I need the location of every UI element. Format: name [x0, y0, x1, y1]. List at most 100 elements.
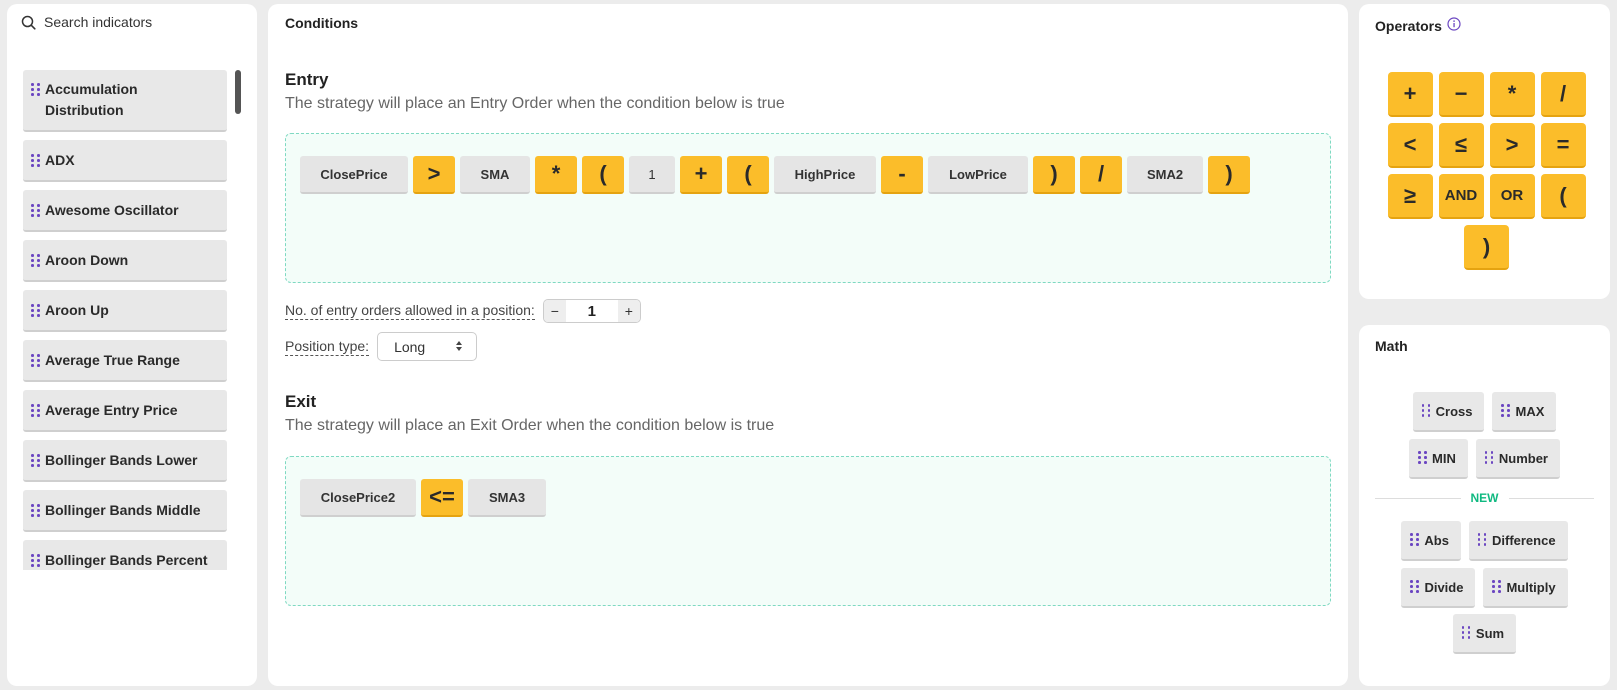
indicator-item-bollinger-bands-middle[interactable]: Bollinger Bands Middle — [23, 490, 227, 532]
entry-orders-label: No. of entry orders allowed in a positio… — [285, 302, 535, 320]
entry-token-operator[interactable]: ( — [727, 156, 769, 194]
math-chip-divide[interactable]: Divide — [1401, 568, 1476, 608]
operator-button[interactable]: AND — [1438, 174, 1484, 219]
drag-handle-icon[interactable] — [31, 254, 40, 268]
drag-handle-icon[interactable] — [31, 554, 40, 568]
entry-tokens: ClosePrice > SMA *(1 +(HighPrice - LowPrice) / S… — [300, 156, 1250, 194]
math-chip-max[interactable]: MAX — [1492, 392, 1557, 432]
entry-token-operator[interactable]: ( — [582, 156, 624, 194]
operator-button[interactable]: < — [1387, 123, 1433, 168]
math-chip-label: Number — [1498, 450, 1548, 466]
indicator-item-bollinger-bands-lower[interactable]: Bollinger Bands Lower — [23, 440, 227, 482]
math-chip-cross[interactable]: Cross — [1412, 392, 1485, 432]
drag-handle-icon[interactable] — [1410, 533, 1419, 547]
indicator-label: ADX — [45, 152, 75, 168]
exit-condition-dropzone[interactable]: ClosePrice2 <= SMA3 — [285, 456, 1331, 606]
entry-token-indicator[interactable]: HighPrice — [774, 156, 876, 194]
math-chip-difference[interactable]: Difference — [1468, 521, 1568, 561]
drag-handle-icon[interactable] — [31, 454, 40, 468]
indicator-label: Average Entry Price — [45, 402, 178, 418]
entry-token-operator[interactable]: - — [881, 156, 923, 194]
entry-token-operator[interactable]: ) — [1033, 156, 1075, 194]
math-chip-number[interactable]: Number — [1475, 439, 1560, 479]
indicator-label: Bollinger Bands Lower — [45, 452, 198, 468]
drag-handle-icon[interactable] — [31, 404, 40, 418]
indicator-item-average-entry-price[interactable]: Average Entry Price — [23, 390, 227, 432]
drag-handle-icon[interactable] — [1418, 451, 1427, 465]
entry-token-operator[interactable]: / — [1080, 156, 1122, 194]
indicator-item-awesome-oscillator[interactable]: Awesome Oscillator — [23, 190, 227, 232]
drag-handle-icon[interactable] — [31, 304, 40, 318]
drag-handle-icon[interactable] — [31, 504, 40, 518]
entry-title: Entry — [285, 70, 329, 89]
operator-button[interactable]: = — [1540, 123, 1586, 168]
search-input[interactable]: Search indicators — [44, 14, 152, 30]
indicator-item-average-true-range[interactable]: Average True Range — [23, 340, 227, 382]
drag-handle-icon[interactable] — [1477, 533, 1487, 547]
operator-button[interactable]: ( — [1540, 174, 1586, 219]
indicator-item-bollinger-bands-percent[interactable]: Bollinger Bands Percent — [23, 540, 227, 570]
drag-handle-icon[interactable] — [1484, 451, 1494, 465]
math-chip-label: Difference — [1491, 532, 1556, 548]
position-type-row: Position type: Long — [285, 332, 478, 361]
entry-token-indicator[interactable]: SMA2 — [1127, 156, 1203, 194]
entry-orders-value[interactable]: 1 — [566, 303, 618, 320]
position-type-select[interactable]: Long — [377, 332, 478, 361]
operator-button[interactable]: * — [1489, 72, 1535, 117]
indicator-item-aroon-up[interactable]: Aroon Up — [23, 290, 227, 332]
exit-token-indicator[interactable]: ClosePrice2 — [300, 479, 416, 517]
operator-button[interactable]: / — [1540, 72, 1586, 117]
indicator-label: Awesome Oscillator — [45, 202, 179, 218]
operator-button[interactable]: − — [1438, 72, 1484, 117]
drag-handle-icon[interactable] — [1421, 404, 1431, 418]
drag-handle-icon[interactable] — [31, 83, 40, 97]
indicator-item-aroon-down[interactable]: Aroon Down — [23, 240, 227, 282]
operator-button[interactable]: OR — [1489, 174, 1535, 219]
info-icon[interactable] — [1447, 17, 1461, 34]
entry-token-indicator[interactable]: SMA — [460, 156, 530, 194]
indicator-list-scrollbar[interactable] — [235, 70, 241, 114]
entry-condition-dropzone[interactable]: ClosePrice > SMA *(1 +(HighPrice - LowPrice) / S… — [285, 133, 1331, 283]
indicator-item-adx[interactable]: ADX — [23, 140, 227, 182]
drag-handle-icon[interactable] — [1492, 580, 1501, 594]
new-badge: NEW — [1470, 491, 1499, 505]
drag-handle-icon[interactable] — [1461, 626, 1471, 640]
entry-token-operator[interactable]: * — [535, 156, 577, 194]
drag-handle-icon[interactable] — [31, 154, 40, 168]
operator-button[interactable]: ≤ — [1438, 123, 1484, 168]
indicator-label: Accumulation Distribution — [45, 81, 138, 118]
decrement-button[interactable]: − — [543, 300, 566, 322]
indicator-label: Aroon Up — [45, 302, 109, 318]
math-chip-sum[interactable]: Sum — [1452, 614, 1517, 654]
sort-arrows-icon — [455, 339, 463, 355]
entry-token-number[interactable]: 1 — [629, 156, 675, 194]
indicator-panel: Search indicators Accumulation Distribut… — [7, 4, 257, 686]
drag-handle-icon[interactable] — [31, 354, 40, 368]
entry-token-indicator[interactable]: LowPrice — [928, 156, 1028, 194]
operator-button[interactable]: ≥ — [1387, 174, 1433, 219]
operator-button[interactable]: + — [1387, 72, 1433, 117]
drag-handle-icon[interactable] — [1501, 404, 1510, 418]
indicator-list[interactable]: Accumulation Distribution ADX Awesome Osci… — [23, 70, 227, 570]
math-chip-min[interactable]: MIN — [1409, 439, 1468, 479]
entry-token-indicator[interactable]: ClosePrice — [300, 156, 408, 194]
operator-button[interactable]: ) — [1464, 225, 1509, 270]
math-chip-multiply[interactable]: Multiply — [1483, 568, 1568, 608]
indicator-item-accumulation-distribution[interactable]: Accumulation Distribution — [23, 70, 227, 132]
operator-button[interactable]: > — [1489, 123, 1535, 168]
conditions-panel: Conditions Entry The strategy will place… — [268, 4, 1348, 686]
entry-token-operator[interactable]: > — [413, 156, 455, 194]
entry-orders-stepper[interactable]: − 1 + — [542, 299, 641, 323]
math-chip-label: MIN — [1432, 450, 1456, 466]
math-chip-label: Multiply — [1506, 579, 1556, 595]
exit-token-operator[interactable]: <= — [421, 479, 463, 517]
exit-token-indicator[interactable]: SMA3 — [468, 479, 546, 517]
increment-button[interactable]: + — [617, 300, 640, 322]
entry-token-operator[interactable]: ) — [1208, 156, 1250, 194]
drag-handle-icon[interactable] — [31, 204, 40, 218]
math-chip-abs[interactable]: Abs — [1401, 521, 1461, 561]
drag-handle-icon[interactable] — [1410, 580, 1419, 594]
indicator-label: Bollinger Bands Middle — [45, 502, 201, 518]
search-bar[interactable]: Search indicators — [21, 14, 152, 30]
entry-token-operator[interactable]: + — [680, 156, 722, 194]
